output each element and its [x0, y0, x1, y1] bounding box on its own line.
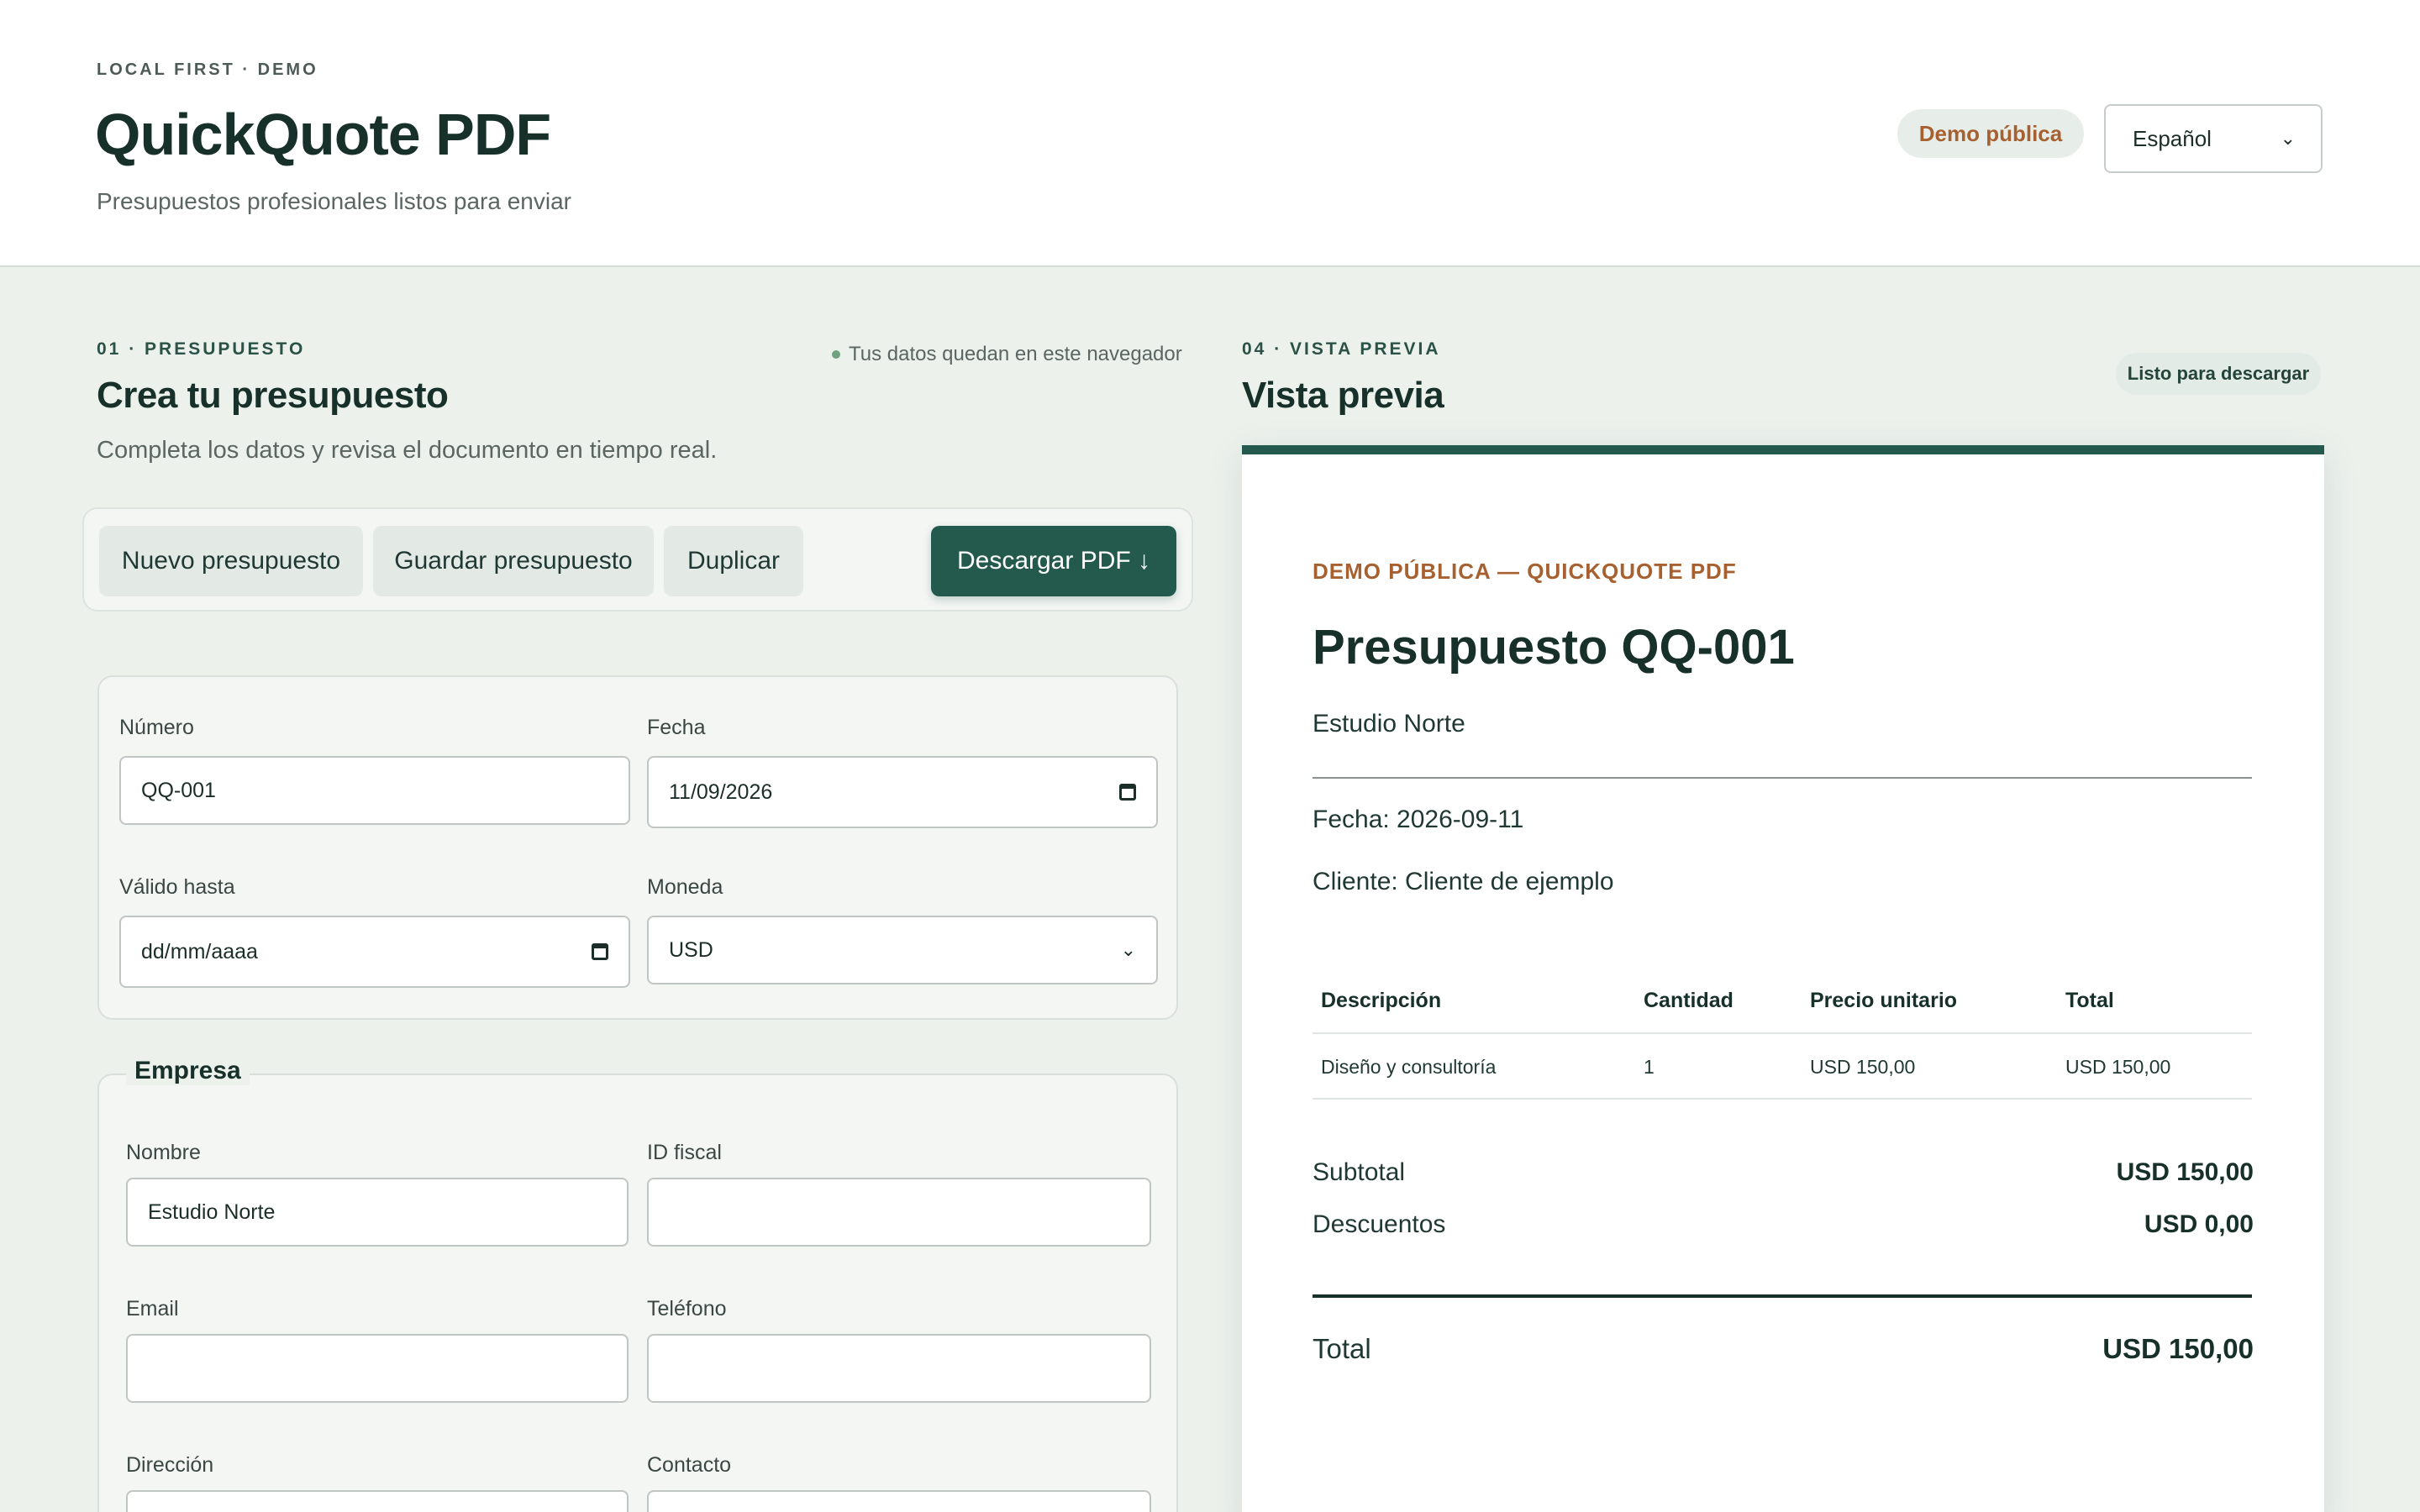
- doc-col-description: Descripción: [1321, 989, 1442, 1012]
- valid-until-label: Válido hasta: [119, 875, 235, 899]
- currency-select[interactable]: USD ⌄: [647, 916, 1158, 984]
- editor-toolbar: Nuevo presupuesto Guardar presupuesto Du…: [82, 507, 1193, 612]
- app-header: LOCAL FIRST · DEMO QuickQuote PDF Presup…: [0, 0, 2420, 267]
- date-label: Fecha: [647, 716, 706, 739]
- doc-company: Estudio Norte: [1313, 710, 1465, 738]
- discount-value: USD 0,00: [2144, 1210, 2254, 1238]
- quote-details-card: Número QQ-001 Fecha 11/09/2026 Válido ha…: [97, 675, 1178, 1020]
- app-subtitle: Presupuestos profesionales listos para e…: [97, 188, 571, 214]
- table-row-divider: [1313, 1098, 2252, 1100]
- status-dot-icon: [832, 350, 840, 359]
- table-row-divider: [1313, 1032, 2252, 1034]
- date-input[interactable]: 11/09/2026: [647, 756, 1158, 828]
- calendar-icon[interactable]: [1119, 784, 1136, 801]
- editor-description: Completa los datos y revisa el documento…: [97, 437, 718, 464]
- editor-title: Crea tu presupuesto: [97, 375, 449, 416]
- company-name-value: Estudio Norte: [148, 1200, 276, 1224]
- chevron-down-icon: ⌄: [2280, 128, 2296, 149]
- doc-eyebrow: DEMO PÚBLICA — QUICKQUOTE PDF: [1313, 559, 1737, 584]
- pdf-preview-document: DEMO PÚBLICA — QUICKQUOTE PDF Presupuest…: [1242, 445, 2324, 1512]
- valid-until-input[interactable]: dd/mm/aaaa: [119, 916, 630, 988]
- doc-col-total: Total: [2065, 989, 2114, 1012]
- total-label: Total: [1313, 1333, 1371, 1364]
- doc-divider: [1313, 777, 2252, 779]
- total-divider: [1313, 1294, 2252, 1298]
- address-input[interactable]: [126, 1490, 629, 1512]
- doc-col-unit-price: Precio unitario: [1810, 989, 1958, 1012]
- local-note-text: Tus datos quedan en este navegador: [849, 343, 1182, 365]
- doc-client: Cliente: Cliente de ejemplo: [1313, 868, 1614, 895]
- ready-badge: Listo para descargar: [2116, 353, 2321, 395]
- discount-label: Descuentos: [1313, 1210, 1446, 1238]
- currency-select-value: USD: [669, 937, 713, 962]
- contact-label: Contacto: [647, 1453, 732, 1477]
- address-label: Dirección: [126, 1453, 214, 1477]
- doc-col-quantity: Cantidad: [1644, 989, 1733, 1012]
- subtotal-value: USD 150,00: [2116, 1158, 2254, 1186]
- chevron-down-icon: ⌄: [1120, 939, 1136, 960]
- total-value: USD 150,00: [2102, 1333, 2254, 1364]
- duplicate-button[interactable]: Duplicar: [664, 526, 803, 596]
- demo-badge: Demo pública: [1897, 109, 2084, 158]
- preview-section-label: 04 · VISTA PREVIA: [1242, 339, 1441, 359]
- preview-title: Vista previa: [1242, 375, 1444, 416]
- header-eyebrow: LOCAL FIRST · DEMO: [97, 60, 318, 79]
- doc-title: Presupuesto QQ-001: [1313, 620, 1795, 675]
- currency-label: Moneda: [647, 875, 723, 899]
- row-total: USD 150,00: [2065, 1056, 2171, 1078]
- number-label: Número: [119, 716, 194, 739]
- editor-section-label: 01 · PRESUPUESTO: [97, 339, 306, 359]
- tax-id-input[interactable]: [647, 1178, 1151, 1247]
- doc-date: Fecha: 2026-09-11: [1313, 806, 1524, 833]
- valid-until-input-value: dd/mm/aaaa: [141, 939, 258, 963]
- number-input-value: QQ-001: [141, 778, 216, 802]
- phone-input[interactable]: [647, 1334, 1151, 1403]
- calendar-icon[interactable]: [592, 943, 608, 960]
- app-title: QuickQuote PDF: [95, 102, 551, 167]
- row-description: Diseño y consultoría: [1321, 1056, 1497, 1078]
- phone-label: Teléfono: [647, 1297, 727, 1320]
- tax-id-label: ID fiscal: [647, 1141, 722, 1164]
- email-input[interactable]: [126, 1334, 629, 1403]
- company-card: Nombre Estudio Norte ID fiscal Email Tel…: [97, 1074, 1178, 1512]
- new-quote-button[interactable]: Nuevo presupuesto: [99, 526, 363, 596]
- email-label: Email: [126, 1297, 179, 1320]
- date-input-value: 11/09/2026: [669, 780, 773, 804]
- row-quantity: 1: [1644, 1056, 1655, 1078]
- company-name-label: Nombre: [126, 1141, 201, 1164]
- subtotal-label: Subtotal: [1313, 1158, 1406, 1186]
- contact-input[interactable]: [647, 1490, 1151, 1512]
- company-name-input[interactable]: Estudio Norte: [126, 1178, 629, 1247]
- number-input[interactable]: QQ-001: [119, 756, 630, 825]
- company-legend: Empresa: [126, 1057, 250, 1085]
- download-pdf-button[interactable]: Descargar PDF ↓: [931, 526, 1176, 596]
- row-unit-price: USD 150,00: [1810, 1056, 1916, 1078]
- local-storage-note: Tus datos quedan en este navegador: [832, 343, 1182, 366]
- language-select-value: Español: [2133, 125, 2212, 151]
- save-quote-button[interactable]: Guardar presupuesto: [373, 526, 654, 596]
- language-select[interactable]: Español ⌄: [2104, 104, 2323, 173]
